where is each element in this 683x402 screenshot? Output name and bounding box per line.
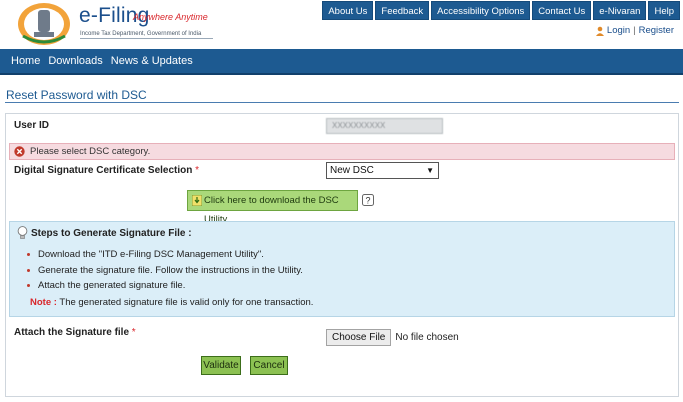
attach-label-row: Attach the Signature file * bbox=[14, 327, 136, 338]
top-nav-accessibility-options[interactable]: Accessibility Options bbox=[431, 1, 531, 20]
validate-button[interactable]: Validate bbox=[201, 356, 241, 375]
error-message-bar: Please select DSC category. bbox=[9, 143, 675, 160]
login-link[interactable]: Login bbox=[607, 25, 630, 36]
download-dsc-utility-button[interactable]: Click here to download the DSC Utility bbox=[187, 190, 358, 225]
brand-tagline: Anywhere Anytime bbox=[133, 12, 208, 22]
list-item: Attach the generated signature file. bbox=[25, 279, 303, 295]
required-mark: * bbox=[131, 327, 136, 338]
dsc-selection-label-row: Digital Signature Certificate Selection … bbox=[14, 165, 199, 176]
list-item: Download the "ITD e-Filing DSC Managemen… bbox=[25, 248, 303, 264]
choose-file-button[interactable]: Choose File bbox=[326, 329, 392, 346]
top-nav-e-nivaran[interactable]: e-Nivaran bbox=[593, 1, 647, 20]
brand-divider bbox=[80, 38, 213, 39]
select-caret-icon: ▼ bbox=[426, 166, 434, 175]
emblem-logo[interactable] bbox=[17, 2, 71, 46]
main-nav: Home Downloads News & Updates bbox=[0, 49, 683, 75]
list-item: Generate the signature file. Follow the … bbox=[25, 264, 303, 280]
no-file-chosen-text: No file chosen bbox=[395, 332, 459, 343]
cancel-button[interactable]: Cancel bbox=[250, 356, 288, 375]
download-icon bbox=[192, 195, 202, 206]
top-nav-feedback[interactable]: Feedback bbox=[375, 1, 430, 20]
auth-links: Login | Register bbox=[595, 25, 674, 36]
main-nav-downloads[interactable]: Downloads bbox=[48, 55, 102, 67]
attach-label: Attach the Signature file bbox=[14, 327, 130, 338]
steps-info-box: Steps to Generate Signature File : Downl… bbox=[9, 221, 675, 317]
note: Note : The generated signature file is v… bbox=[30, 297, 313, 308]
bulb-icon bbox=[17, 226, 28, 239]
note-label: Note : bbox=[30, 297, 57, 308]
dsc-category-select[interactable]: New DSC ▼ bbox=[326, 162, 439, 179]
reset-password-panel: Reset Password with DSC User ID XXXXXXXX… bbox=[5, 88, 679, 400]
top-nav-about-us[interactable]: About Us bbox=[322, 1, 374, 20]
top-nav-contact-us[interactable]: Contact Us bbox=[532, 1, 592, 20]
user-icon bbox=[595, 26, 604, 36]
svg-text:?: ? bbox=[365, 195, 370, 205]
steps-title: Steps to Generate Signature File : bbox=[31, 228, 192, 239]
required-mark: * bbox=[195, 165, 200, 176]
main-nav-news-updates[interactable]: News & Updates bbox=[111, 55, 193, 67]
page-title: Reset Password with DSC bbox=[6, 88, 147, 102]
help-icon[interactable]: ? bbox=[362, 194, 374, 206]
auth-separator: | bbox=[633, 25, 636, 36]
file-input: Choose File No file chosen bbox=[326, 329, 459, 346]
user-id-label: User ID bbox=[14, 120, 50, 131]
error-message-text: Please select DSC category. bbox=[30, 146, 151, 157]
brand-subtitle: Income Tax Department, Government of Ind… bbox=[80, 31, 202, 37]
error-icon bbox=[14, 146, 25, 157]
top-nav: About Us Feedback Accessibility Options … bbox=[322, 1, 680, 20]
dsc-selection-label: Digital Signature Certificate Selection bbox=[14, 165, 193, 176]
main-nav-home[interactable]: Home bbox=[11, 55, 40, 67]
steps-list: Download the "ITD e-Filing DSC Managemen… bbox=[25, 248, 303, 295]
form-box: User ID XXXXXXXXXX Please select DSC cat… bbox=[5, 113, 679, 397]
user-id-field[interactable]: XXXXXXXXXX bbox=[326, 118, 443, 134]
title-divider bbox=[5, 102, 679, 103]
dsc-selected-value: New DSC bbox=[330, 165, 374, 176]
note-text: The generated signature file is valid on… bbox=[59, 297, 314, 308]
register-link[interactable]: Register bbox=[639, 25, 674, 36]
site-header: e-Filing Anywhere Anytime Income Tax Dep… bbox=[0, 0, 683, 48]
top-nav-help[interactable]: Help bbox=[648, 1, 680, 20]
